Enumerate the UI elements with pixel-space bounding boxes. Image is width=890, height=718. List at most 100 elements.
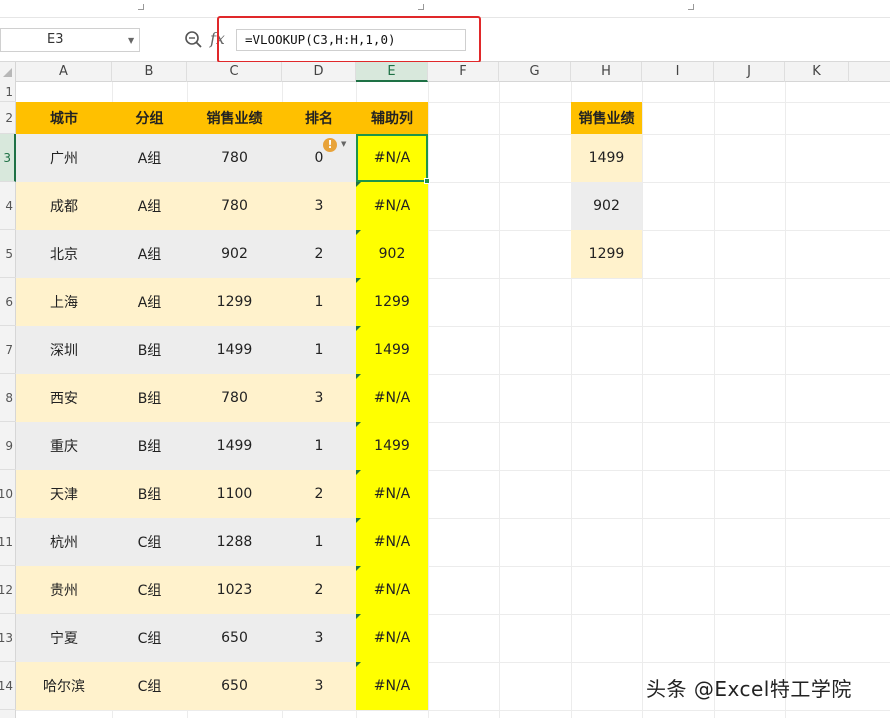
lookup-cell[interactable]: 1499 xyxy=(571,134,642,182)
table-cell[interactable]: A组 xyxy=(112,278,187,326)
row-header-14[interactable]: 14 xyxy=(0,662,16,710)
helper-cell[interactable]: 1499 xyxy=(356,422,428,470)
table-cell[interactable]: 1299 xyxy=(187,278,282,326)
column-header-a[interactable]: A xyxy=(16,62,112,82)
table-cell[interactable]: 深圳 xyxy=(16,326,112,374)
helper-cell[interactable]: #N/A xyxy=(356,518,428,566)
table-cell[interactable]: 贵州 xyxy=(16,566,112,614)
table-cell[interactable]: 902 xyxy=(187,230,282,278)
table-cell[interactable]: 西安 xyxy=(16,374,112,422)
row-header-13[interactable]: 13 xyxy=(0,614,16,662)
table-header-cell: 排名 xyxy=(282,102,356,134)
table-cell[interactable]: 780 xyxy=(187,134,282,182)
row-header-6[interactable]: 6 xyxy=(0,278,16,326)
table-cell[interactable]: 成都 xyxy=(16,182,112,230)
table-cell[interactable]: 上海 xyxy=(16,278,112,326)
table-cell[interactable]: 1100 xyxy=(187,470,282,518)
column-header-f[interactable]: F xyxy=(428,62,499,82)
table-cell[interactable]: 哈尔滨 xyxy=(16,662,112,710)
zoom-icon[interactable] xyxy=(184,30,204,50)
table-cell[interactable]: 650 xyxy=(187,614,282,662)
column-header-g[interactable]: G xyxy=(499,62,571,82)
error-warning-icon[interactable]: ! xyxy=(323,138,337,152)
table-cell[interactable]: 3 xyxy=(282,614,356,662)
error-indicator-icon xyxy=(356,182,361,187)
active-cell-outline xyxy=(356,134,428,182)
row-header-5[interactable]: 5 xyxy=(0,230,16,278)
row-header-12[interactable]: 12 xyxy=(0,566,16,614)
table-cell[interactable]: 北京 xyxy=(16,230,112,278)
row-header-3[interactable]: 3 xyxy=(0,134,16,182)
row-number: 14 xyxy=(0,679,13,693)
table-cell[interactable]: C组 xyxy=(112,518,187,566)
row-header-8[interactable]: 8 xyxy=(0,374,16,422)
table-cell[interactable]: A组 xyxy=(112,134,187,182)
chevron-down-icon[interactable]: ▼ xyxy=(128,36,134,45)
table-cell[interactable]: 1 xyxy=(282,422,356,470)
column-header-k[interactable]: K xyxy=(785,62,849,82)
row-header-2[interactable]: 2 xyxy=(0,102,16,134)
row-header-11[interactable]: 11 xyxy=(0,518,16,566)
table-cell[interactable]: 3 xyxy=(282,374,356,422)
column-header-c[interactable]: C xyxy=(187,62,282,82)
table-cell[interactable]: 1023 xyxy=(187,566,282,614)
fill-handle[interactable] xyxy=(424,178,430,184)
row-header-7[interactable]: 7 xyxy=(0,326,16,374)
helper-cell[interactable]: #N/A xyxy=(356,566,428,614)
helper-cell[interactable]: #N/A xyxy=(356,182,428,230)
table-cell[interactable]: A组 xyxy=(112,230,187,278)
table-cell[interactable]: 780 xyxy=(187,182,282,230)
helper-cell[interactable]: 902 xyxy=(356,230,428,278)
table-cell[interactable]: 重庆 xyxy=(16,422,112,470)
row-header-1[interactable]: 1 xyxy=(0,82,16,102)
grid-line xyxy=(499,82,500,718)
column-header-b[interactable]: B xyxy=(112,62,187,82)
table-cell[interactable]: 1 xyxy=(282,278,356,326)
row-header-9[interactable]: 9 xyxy=(0,422,16,470)
table-cell[interactable]: 1499 xyxy=(187,326,282,374)
column-header-e[interactable]: E xyxy=(356,62,428,82)
helper-cell[interactable]: #N/A xyxy=(356,374,428,422)
table-cell[interactable]: 1499 xyxy=(187,422,282,470)
column-header-h[interactable]: H xyxy=(571,62,642,82)
error-indicator-icon xyxy=(356,566,361,571)
table-cell[interactable]: 宁夏 xyxy=(16,614,112,662)
table-cell[interactable]: C组 xyxy=(112,566,187,614)
table-cell[interactable]: 3 xyxy=(282,182,356,230)
table-cell[interactable]: 杭州 xyxy=(16,518,112,566)
table-cell[interactable]: 1288 xyxy=(187,518,282,566)
lookup-cell[interactable]: 902 xyxy=(571,182,642,230)
table-cell[interactable]: B组 xyxy=(112,470,187,518)
table-cell[interactable]: 2 xyxy=(282,230,356,278)
table-cell[interactable]: 2 xyxy=(282,566,356,614)
error-indicator-icon xyxy=(356,470,361,475)
helper-cell[interactable]: #N/A xyxy=(356,614,428,662)
group-corner-icon xyxy=(688,4,694,10)
helper-cell[interactable]: #N/A xyxy=(356,470,428,518)
name-box[interactable]: E3 xyxy=(0,28,140,52)
table-cell[interactable]: 1 xyxy=(282,518,356,566)
table-cell[interactable]: B组 xyxy=(112,326,187,374)
table-cell[interactable]: B组 xyxy=(112,422,187,470)
table-cell[interactable]: 780 xyxy=(187,374,282,422)
lookup-cell[interactable]: 1299 xyxy=(571,230,642,278)
table-cell[interactable]: 天津 xyxy=(16,470,112,518)
table-cell[interactable]: 1 xyxy=(282,326,356,374)
column-header-i[interactable]: I xyxy=(642,62,714,82)
helper-cell[interactable]: #N/A xyxy=(356,662,428,710)
row-header-10[interactable]: 10 xyxy=(0,470,16,518)
chevron-down-icon[interactable]: ▼ xyxy=(341,140,346,148)
row-header-4[interactable]: 4 xyxy=(0,182,16,230)
table-cell[interactable]: 广州 xyxy=(16,134,112,182)
table-cell[interactable]: C组 xyxy=(112,662,187,710)
table-cell[interactable]: B组 xyxy=(112,374,187,422)
table-cell[interactable]: A组 xyxy=(112,182,187,230)
table-cell[interactable]: 650 xyxy=(187,662,282,710)
table-cell[interactable]: 2 xyxy=(282,470,356,518)
helper-cell[interactable]: 1299 xyxy=(356,278,428,326)
table-cell[interactable]: C组 xyxy=(112,614,187,662)
column-header-j[interactable]: J xyxy=(714,62,785,82)
column-header-d[interactable]: D xyxy=(282,62,356,82)
table-cell[interactable]: 3 xyxy=(282,662,356,710)
helper-cell[interactable]: 1499 xyxy=(356,326,428,374)
